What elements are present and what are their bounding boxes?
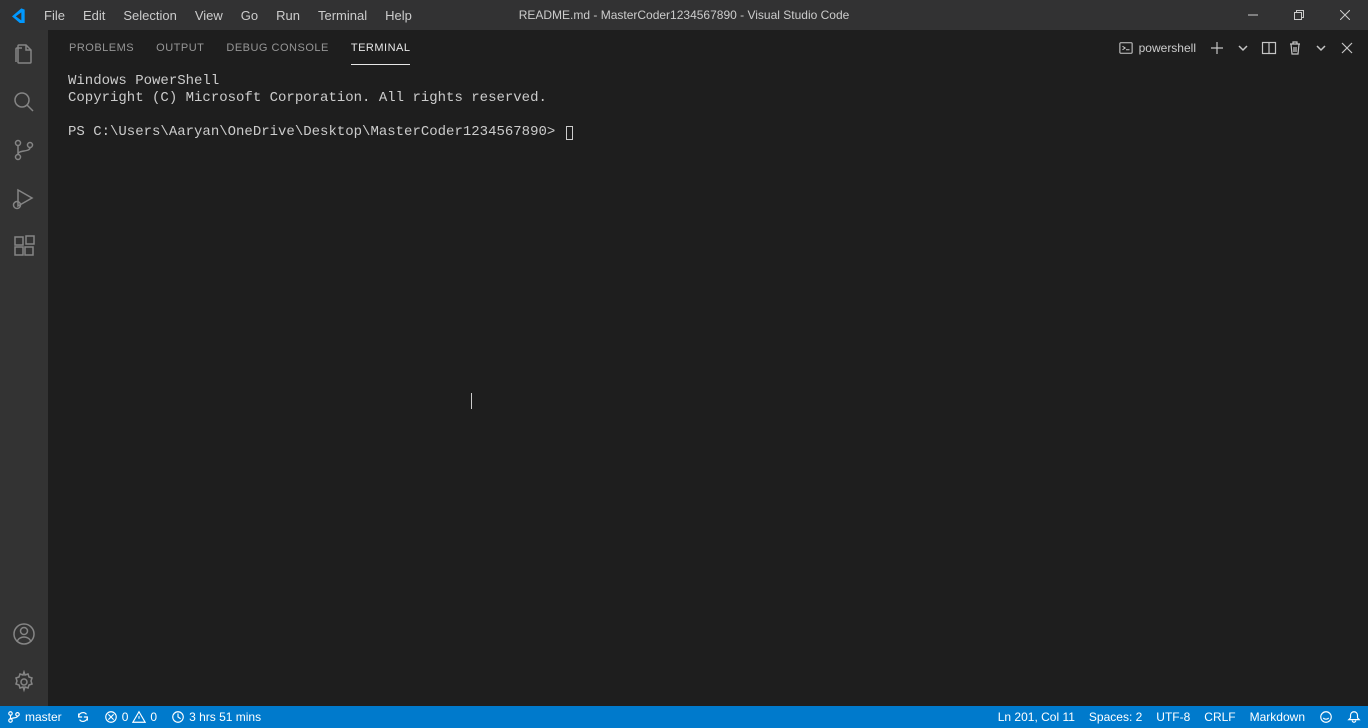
window-title: README.md - MasterCoder1234567890 - Visu… (519, 8, 850, 22)
terminal-cursor (566, 126, 573, 140)
status-encoding[interactable]: UTF-8 (1149, 706, 1197, 728)
close-button[interactable] (1322, 0, 1368, 30)
status-time-tracking[interactable]: 3 hrs 51 mins (164, 706, 268, 728)
maximize-icon (1294, 10, 1304, 20)
menu-terminal[interactable]: Terminal (309, 0, 376, 30)
kill-terminal-button[interactable] (1284, 37, 1306, 59)
activity-search[interactable] (0, 78, 48, 126)
minimize-button[interactable] (1230, 0, 1276, 30)
menu-run[interactable]: Run (267, 0, 309, 30)
branch-icon (7, 710, 21, 724)
activity-settings[interactable] (0, 658, 48, 706)
warning-icon (132, 710, 146, 724)
close-icon (1340, 10, 1350, 20)
time-label: 3 hrs 51 mins (189, 710, 261, 724)
branch-name: master (25, 710, 62, 724)
account-icon (12, 622, 36, 646)
extensions-icon (12, 234, 36, 258)
warnings-count: 0 (150, 710, 157, 724)
trash-icon (1287, 40, 1303, 56)
activity-bottom-group (0, 610, 48, 706)
terminal-line-1: Windows PowerShell (68, 73, 219, 89)
terminal-prompt: PS C:\Users\Aaryan\OneDrive\Desktop\Mast… (68, 124, 555, 140)
close-panel-button[interactable] (1336, 37, 1358, 59)
files-icon (12, 42, 36, 66)
terminal-content[interactable]: Windows PowerShell Copyright (C) Microso… (48, 65, 1368, 706)
activity-account[interactable] (0, 610, 48, 658)
panel-tab-output[interactable]: OUTPUT (145, 30, 215, 65)
debug-icon (12, 186, 36, 210)
menu-view[interactable]: View (186, 0, 232, 30)
terminal-icon (1119, 41, 1133, 55)
titlebar: File Edit Selection View Go Run Terminal… (0, 0, 1368, 30)
status-sync[interactable] (69, 706, 97, 728)
chevron-down-icon (1237, 42, 1249, 54)
panel-actions: powershell (1113, 37, 1358, 59)
activity-extensions[interactable] (0, 222, 48, 270)
error-icon (104, 710, 118, 724)
maximize-button[interactable] (1276, 0, 1322, 30)
panel-tab-problems[interactable]: PROBLEMS (58, 30, 145, 65)
terminal-shell-selector[interactable]: powershell (1113, 39, 1202, 57)
branch-icon (12, 138, 36, 162)
shell-label: powershell (1139, 41, 1196, 55)
vscode-icon (10, 7, 26, 23)
menu-file[interactable]: File (35, 0, 74, 30)
feedback-icon (1319, 710, 1333, 724)
errors-count: 0 (122, 710, 129, 724)
plus-icon (1209, 40, 1225, 56)
bell-icon (1347, 710, 1361, 724)
status-language[interactable]: Markdown (1243, 706, 1312, 728)
menu-selection[interactable]: Selection (114, 0, 185, 30)
status-feedback[interactable] (1312, 706, 1340, 728)
search-icon (12, 90, 36, 114)
sync-icon (76, 710, 90, 724)
split-icon (1261, 40, 1277, 56)
status-notifications[interactable] (1340, 706, 1368, 728)
status-line-col[interactable]: Ln 201, Col 11 (991, 706, 1082, 728)
gear-icon (12, 670, 36, 694)
status-branch[interactable]: master (0, 706, 69, 728)
panel-tabs: PROBLEMS OUTPUT DEBUG CONSOLE TERMINAL p… (48, 30, 1368, 65)
activity-explorer[interactable] (0, 30, 48, 78)
close-icon (1340, 41, 1354, 55)
status-eol[interactable]: CRLF (1197, 706, 1242, 728)
status-spaces[interactable]: Spaces: 2 (1082, 706, 1149, 728)
main-container: PROBLEMS OUTPUT DEBUG CONSOLE TERMINAL p… (0, 30, 1368, 706)
panel-tab-terminal[interactable]: TERMINAL (340, 30, 422, 65)
text-caret (471, 393, 472, 409)
maximize-panel-button[interactable] (1310, 37, 1332, 59)
activity-source-control[interactable] (0, 126, 48, 174)
menu-help[interactable]: Help (376, 0, 421, 30)
panel-tab-debug-console[interactable]: DEBUG CONSOLE (215, 30, 339, 65)
chevron-down-icon (1314, 41, 1328, 55)
app-logo (0, 7, 35, 23)
activity-run-debug[interactable] (0, 174, 48, 222)
menu-edit[interactable]: Edit (74, 0, 114, 30)
status-problems[interactable]: 0 0 (97, 706, 164, 728)
status-right-group: Ln 201, Col 11 Spaces: 2 UTF-8 CRLF Mark… (991, 706, 1368, 728)
window-controls (1230, 0, 1368, 30)
statusbar: master 0 0 3 hrs 51 mins Ln 201, Col 11 … (0, 706, 1368, 728)
menu-go[interactable]: Go (232, 0, 267, 30)
menubar: File Edit Selection View Go Run Terminal… (35, 0, 421, 30)
activity-bar (0, 30, 48, 706)
split-terminal-button[interactable] (1258, 37, 1280, 59)
clock-icon (171, 710, 185, 724)
terminal-line-2: Copyright (C) Microsoft Corporation. All… (68, 90, 547, 106)
panel-area: PROBLEMS OUTPUT DEBUG CONSOLE TERMINAL p… (48, 30, 1368, 706)
new-terminal-button[interactable] (1206, 37, 1228, 59)
minimize-icon (1248, 10, 1258, 20)
terminal-dropdown-button[interactable] (1232, 37, 1254, 59)
